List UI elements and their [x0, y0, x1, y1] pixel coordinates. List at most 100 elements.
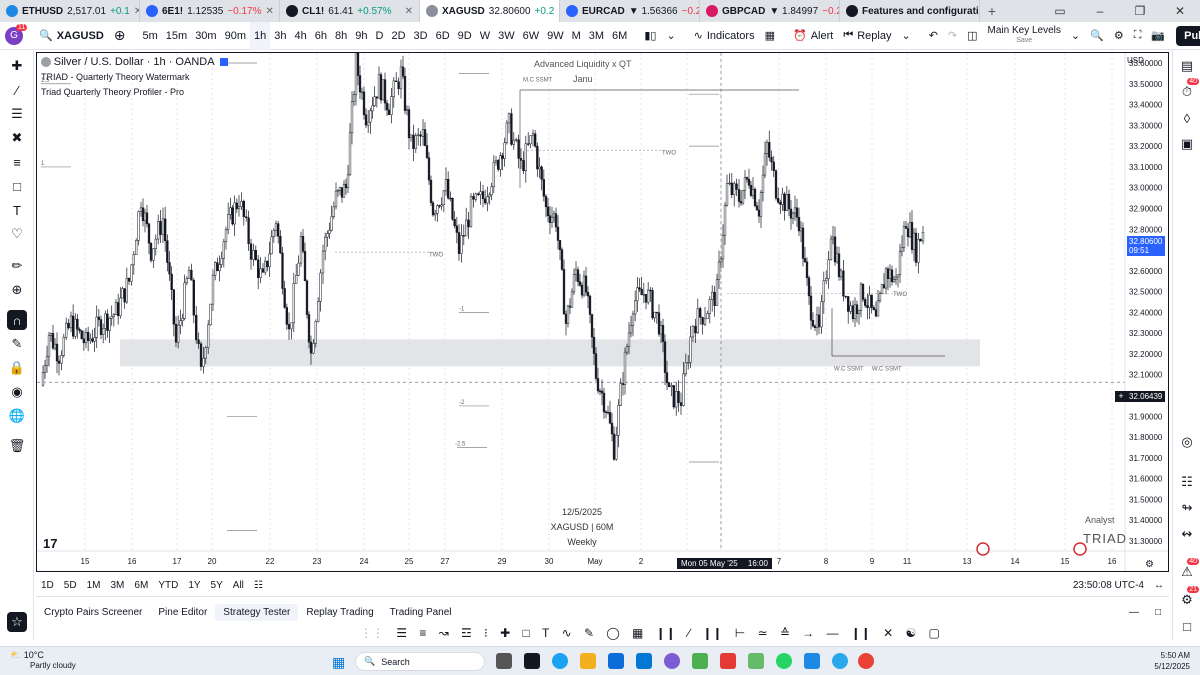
chevron-down-icon[interactable]: ⌄ [1066, 22, 1085, 50]
pencil-lock-icon[interactable]: ✎ [7, 334, 27, 354]
zoom-icon[interactable]: ⊕ [7, 280, 27, 300]
weather-widget[interactable]: ⛅ 10°C Partly cloudy [10, 650, 76, 670]
wave-icon[interactable]: ∿ [562, 626, 572, 640]
templates-icon[interactable]: ▦ [760, 22, 780, 50]
interval-5m[interactable]: 5m [139, 22, 162, 50]
browser-tab-6e1-[interactable]: 6E1! 1.12535 −0.17% ✕ [140, 0, 280, 22]
tab-replay-trading[interactable]: Replay Trading [298, 604, 381, 621]
circle-icon[interactable]: ◯ [606, 626, 619, 640]
close-icon[interactable]: ✕ [405, 6, 413, 17]
gear-icon[interactable]: ⚙ [1109, 22, 1129, 50]
minimize-icon[interactable]: – [1080, 0, 1120, 22]
chevron-down-icon[interactable]: ⌄ [661, 22, 680, 50]
trendline-icon[interactable]: ∕ [7, 80, 27, 100]
chrome-icon[interactable] [858, 653, 874, 669]
range-6m[interactable]: 6M [129, 580, 153, 591]
currency-label[interactable]: USD [1127, 56, 1144, 65]
layers-icon[interactable]: ◊ [1177, 108, 1197, 128]
range-1y[interactable]: 1Y [183, 580, 205, 591]
new-tab-button[interactable]: + [980, 3, 1004, 19]
interval-3h[interactable]: 3h [270, 22, 290, 50]
telegram-icon[interactable] [832, 653, 848, 669]
indicator-legend-2[interactable]: Triad Quarterly Theory Profiler - Pro [41, 87, 184, 97]
store-icon[interactable] [608, 653, 624, 669]
replay-button[interactable]: ⏮ Replay [838, 22, 896, 50]
collapse-icon[interactable]: — [1121, 604, 1147, 621]
system-clock[interactable]: 5:50 AM 5/12/2025 [1140, 650, 1190, 672]
goto-date-icon[interactable]: ☷ [249, 580, 268, 591]
close-window-icon[interactable]: ✕ [1160, 0, 1200, 22]
task-view-icon[interactable] [496, 653, 512, 669]
publish-button[interactable]: Publish [1176, 25, 1200, 46]
pattern-icon[interactable]: ✖ [7, 128, 27, 148]
teams-icon[interactable] [664, 653, 680, 669]
outlook-icon[interactable] [636, 653, 652, 669]
avatar[interactable]: G 11 [0, 22, 28, 50]
undo-icon[interactable]: ↶ [924, 22, 943, 50]
comment-icon[interactable]: ▢ [929, 626, 940, 640]
windows-start-icon[interactable]: ▦ [332, 654, 345, 671]
interval-6d[interactable]: 6D [432, 22, 454, 50]
camera-icon[interactable]: 📷 [1146, 22, 1170, 50]
interval-8h[interactable]: 8h [331, 22, 351, 50]
edge-icon[interactable] [552, 653, 568, 669]
browser-tab-gbpcad[interactable]: GBPCAD▼ 1.84997−0.2✕ [700, 0, 840, 22]
interval-m[interactable]: M [568, 22, 585, 50]
range-5d[interactable]: 5D [59, 580, 82, 591]
line-icon[interactable]: ∕ [688, 626, 690, 640]
restore-icon[interactable]: ❐ [1120, 0, 1160, 22]
interval-30m[interactable]: 30m [191, 22, 220, 50]
tab-pine-editor[interactable]: Pine Editor [150, 604, 215, 621]
interval-6m[interactable]: 6M [608, 22, 631, 50]
quick-search-icon[interactable]: 🔍 [1085, 22, 1109, 50]
horizontal-line-icon[interactable]: — [826, 626, 838, 640]
text-icon[interactable]: T [7, 200, 27, 220]
range-all[interactable]: All [228, 580, 249, 591]
monitor-icon[interactable]: ▭ [1040, 0, 1080, 22]
lock-icon[interactable]: 🔒 [7, 358, 27, 378]
tradingview-app-icon[interactable] [524, 653, 540, 669]
interval-3d[interactable]: 3D [410, 22, 432, 50]
brush-icon[interactable]: ✎ [584, 626, 594, 640]
compare-button[interactable]: ⊕ [109, 22, 131, 50]
chat-icon[interactable]: ▣ [1177, 134, 1197, 154]
interval-3m[interactable]: 3M [585, 22, 608, 50]
indicator-legend-1[interactable]: TRIAD - Quarterly Theory Watermark [41, 72, 190, 82]
calendar-icon[interactable]: ☷ [1177, 472, 1197, 492]
price-note-icon[interactable]: ☯ [905, 626, 916, 640]
range-ytd[interactable]: YTD [153, 580, 183, 591]
browser-tab-xagusd[interactable]: XAGUSD32.80600+0.2✕ [420, 0, 560, 22]
interval-90m[interactable]: 90m [221, 22, 250, 50]
path-icon[interactable]: ↝ [439, 626, 449, 640]
help-icon[interactable]: □ [1177, 616, 1197, 636]
range-icon[interactable]: ⊢ [735, 626, 745, 640]
signal-icon[interactable]: ↬ [1177, 498, 1197, 518]
range-1d[interactable]: 1D [36, 580, 59, 591]
parallel-channel-icon[interactable]: ☲ [461, 626, 472, 640]
range-5y[interactable]: 5Y [206, 580, 228, 591]
interval-2d[interactable]: 2D [387, 22, 409, 50]
maximize-icon[interactable]: □ [1147, 604, 1169, 621]
interval-9d[interactable]: 9D [454, 22, 476, 50]
position-icon[interactable]: ≙ [780, 626, 790, 640]
fib-icon[interactable]: ☰ [7, 104, 27, 124]
trash-icon[interactable]: 🗑 [7, 436, 27, 456]
app-icon[interactable] [692, 653, 708, 669]
interval-6h[interactable]: 6h [311, 22, 331, 50]
tab-trading-panel[interactable]: Trading Panel [382, 604, 460, 621]
ray-icon[interactable]: → [802, 626, 814, 640]
taskbar-search[interactable]: 🔍 Search [355, 652, 485, 671]
clock-readout[interactable]: 23:50:08 UTC-4 [1068, 580, 1149, 591]
rectangle-icon[interactable]: □ [522, 626, 529, 640]
range-3m[interactable]: 3M [106, 580, 130, 591]
interval-d[interactable]: D [372, 22, 388, 50]
candle-type-icon[interactable]: ▮▯ [639, 22, 661, 50]
layout-icon[interactable]: ◫ [962, 22, 982, 50]
alerts-clock-icon[interactable]: ⏱ 40 [1177, 78, 1199, 102]
watchlist-icon[interactable]: ▤ [1177, 56, 1197, 76]
network-icon[interactable]: ↭ [1177, 524, 1197, 544]
cross-line-icon[interactable]: ✚ [500, 626, 510, 640]
interval-3w[interactable]: 3W [494, 22, 519, 50]
alert-bell-icon[interactable]: ⚠ 40 [1177, 558, 1199, 582]
chevron-down-icon[interactable]: ⌄ [896, 22, 915, 50]
